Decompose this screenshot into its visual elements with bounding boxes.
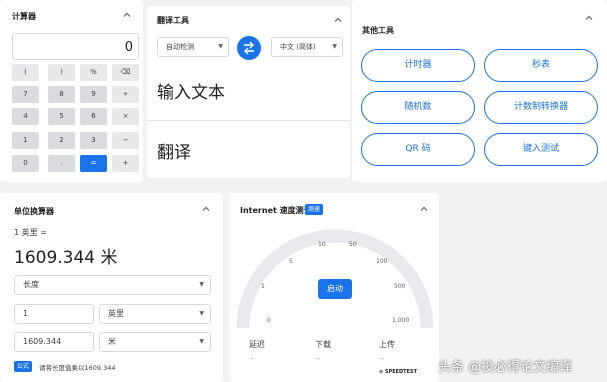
category-label: 长度 (23, 280, 39, 289)
download-label: 下载 (315, 340, 331, 349)
typing-test-button[interactable]: 键入测试 (484, 133, 598, 166)
speed-test-panel: Internet 速度测试 测速 0 1 5 10 50 100 500 1,0… (229, 193, 439, 382)
to-unit-select[interactable]: 米 ▼ (99, 332, 211, 352)
target-language-select[interactable]: 中文 (简体) ▼ (271, 37, 343, 57)
chevron-up-icon[interactable] (121, 9, 133, 21)
key-open-paren[interactable]: ( (12, 64, 39, 81)
gauge-tick: 50 (349, 241, 357, 248)
to-value-text: 1609.344 (23, 337, 62, 346)
from-value-text: 1 (23, 309, 29, 318)
source-language-label: 自动检测 (166, 43, 194, 51)
key-8[interactable]: 8 (48, 86, 75, 103)
key-2[interactable]: 2 (48, 132, 75, 149)
formula-text: 请将长度值乘以1609.344 (39, 364, 116, 372)
category-select[interactable]: 长度 ▼ (14, 275, 211, 295)
key-close-paren[interactable]: ) (48, 64, 75, 81)
key-4[interactable]: 4 (12, 108, 39, 125)
dropdown-caret-icon: ▼ (199, 281, 204, 288)
timer-button[interactable]: 计时器 (361, 49, 475, 82)
key-multiply[interactable]: × (112, 108, 139, 125)
download-value: - (317, 355, 320, 363)
key-3[interactable]: 3 (80, 132, 107, 149)
key-9[interactable]: 9 (80, 86, 107, 103)
base-converter-button[interactable]: 计数制转换器 (484, 91, 598, 124)
gauge-tick: 0 (267, 317, 271, 324)
conversion-result: 1609.344 米 (14, 248, 118, 268)
stopwatch-button[interactable]: 秒表 (484, 49, 598, 82)
gauge-tick: 10 (318, 241, 326, 248)
to-value-input[interactable]: 1609.344 (14, 332, 94, 352)
conversion-input-expression: 1 英里 = (14, 228, 47, 237)
translate-title: 翻译工具 (157, 16, 189, 25)
key-decimal[interactable]: . (48, 155, 75, 172)
chevron-up-icon[interactable] (332, 14, 344, 26)
to-unit-label: 米 (108, 337, 116, 346)
divider (147, 120, 350, 121)
unit-converter-panel: 单位换算器 1 英里 = 1609.344 米 长度 ▼ 1 英里 ▼ 1609… (0, 193, 223, 382)
key-7[interactable]: 7 (12, 86, 39, 103)
key-percent[interactable]: % (80, 64, 107, 81)
chevron-up-icon[interactable] (418, 203, 430, 215)
gauge-tick: 100 (376, 258, 388, 265)
translate-panel: 翻译工具 自动检测 ▼ 中文 (简体) ▼ 输入文本 翻译 (147, 6, 350, 178)
translate-input[interactable]: 输入文本 (157, 78, 225, 103)
swap-languages-button[interactable] (237, 36, 261, 60)
calculator-display-value: 0 (124, 40, 133, 55)
translate-output: 翻译 (157, 143, 191, 163)
other-tools-title: 其他工具 (362, 26, 394, 35)
from-value-input[interactable]: 1 (14, 304, 94, 324)
key-minus[interactable]: − (112, 132, 139, 149)
key-1[interactable]: 1 (12, 132, 39, 149)
speedtest-logo: ⊙ SPEEDTEST (379, 369, 418, 375)
calculator-display: 0 (12, 33, 139, 60)
chevron-up-icon[interactable] (583, 12, 595, 24)
qr-code-button[interactable]: QR 码 (361, 133, 475, 166)
chevron-up-icon[interactable] (200, 203, 212, 215)
calculator-title: 计算器 (12, 12, 36, 21)
speed-test-title: Internet 速度测试 (240, 206, 312, 215)
key-equals[interactable]: = (80, 155, 107, 172)
speed-test-badge: 测速 (305, 204, 324, 215)
gauge-tick: 500 (394, 283, 406, 290)
formula-badge: 公式 (14, 361, 33, 372)
target-language-label: 中文 (简体) (280, 43, 316, 51)
from-unit-select[interactable]: 英里 ▼ (99, 304, 211, 324)
unit-converter-title: 单位换算器 (14, 207, 54, 216)
source-language-select[interactable]: 自动检测 ▼ (157, 37, 229, 57)
other-tools-panel: 其他工具 计时器 秒表 随机数 计数制转换器 QR 码 键入测试 (352, 0, 607, 182)
key-5[interactable]: 5 (48, 108, 75, 125)
key-0[interactable]: 0 (12, 155, 39, 172)
upload-value: - (381, 355, 384, 363)
latency-label: 延迟 (249, 340, 265, 349)
key-6[interactable]: 6 (80, 108, 107, 125)
gauge-tick: 1,000 (392, 317, 410, 324)
upload-label: 上传 (379, 340, 395, 349)
key-backspace[interactable]: ⌫ (112, 64, 139, 81)
latency-value: - (251, 355, 254, 363)
key-plus[interactable]: + (112, 155, 139, 172)
watermark-text: 头条 @投必得论文编译 (438, 360, 573, 375)
gauge-tick: 1 (261, 283, 265, 290)
start-test-button[interactable]: 启动 (318, 279, 352, 299)
calculator-panel: 计算器 0 ( ) % ⌫ 7 8 9 ÷ 4 5 6 × 1 2 3 − 0 … (0, 0, 143, 182)
swap-icon (244, 41, 254, 55)
dropdown-caret-icon: ▼ (199, 310, 204, 317)
gauge-tick: 5 (289, 258, 293, 265)
dropdown-caret-icon: ▼ (332, 43, 337, 50)
random-number-button[interactable]: 随机数 (361, 91, 475, 124)
dropdown-caret-icon: ▼ (199, 338, 204, 345)
key-divide[interactable]: ÷ (112, 86, 139, 103)
from-unit-label: 英里 (108, 309, 124, 318)
dropdown-caret-icon: ▼ (218, 43, 223, 50)
